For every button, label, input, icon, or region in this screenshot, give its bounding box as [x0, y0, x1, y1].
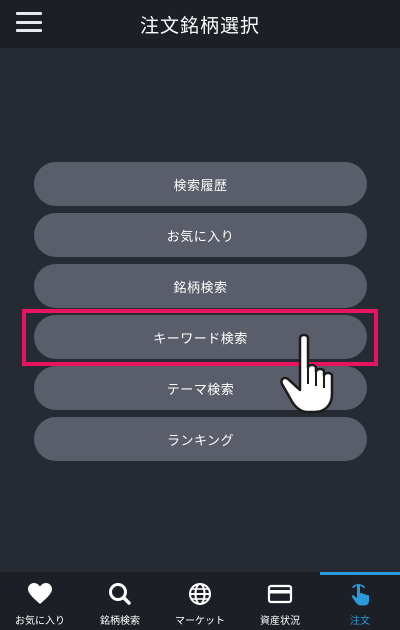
tap-hand-icon [351, 583, 369, 606]
heart-icon [28, 583, 52, 604]
tab-label: 資産状況 [260, 616, 300, 627]
search-icon [109, 583, 131, 605]
tab-label: 注文 [350, 616, 370, 627]
card-icon [267, 584, 293, 604]
tab-label: 銘柄検索 [100, 616, 140, 627]
stock-search-button[interactable]: 銘柄検索 [34, 264, 367, 308]
globe-icon [189, 583, 211, 605]
search-menu: 検索履歴 お気に入り 銘柄検索 キーワード検索 テーマ検索 ランキング [34, 162, 367, 468]
tab-order[interactable]: 注文 [320, 572, 400, 630]
tab-stock-search[interactable]: 銘柄検索 [80, 572, 160, 630]
tab-label: お気に入り [15, 616, 65, 627]
favorites-button[interactable]: お気に入り [34, 213, 367, 257]
header-bar: 注文銘柄選択 [0, 0, 400, 48]
tab-favorites[interactable]: お気に入り [0, 572, 80, 630]
ranking-button[interactable]: ランキング [34, 417, 367, 461]
bottom-tab-bar: お気に入り 銘柄検索 マーケット 資産状況 注文 [0, 572, 400, 630]
search-history-button[interactable]: 検索履歴 [34, 162, 367, 206]
screen: 注文銘柄選択 検索履歴 お気に入り 銘柄検索 キーワード検索 テーマ検索 ランキ… [0, 0, 400, 630]
pointer-hand-icon [280, 333, 334, 414]
tab-label: マーケット [175, 616, 225, 627]
tab-assets[interactable]: 資産状況 [240, 572, 320, 630]
tab-market[interactable]: マーケット [160, 572, 240, 630]
hamburger-icon[interactable] [14, 10, 44, 34]
page-title: 注文銘柄選択 [139, 14, 260, 37]
